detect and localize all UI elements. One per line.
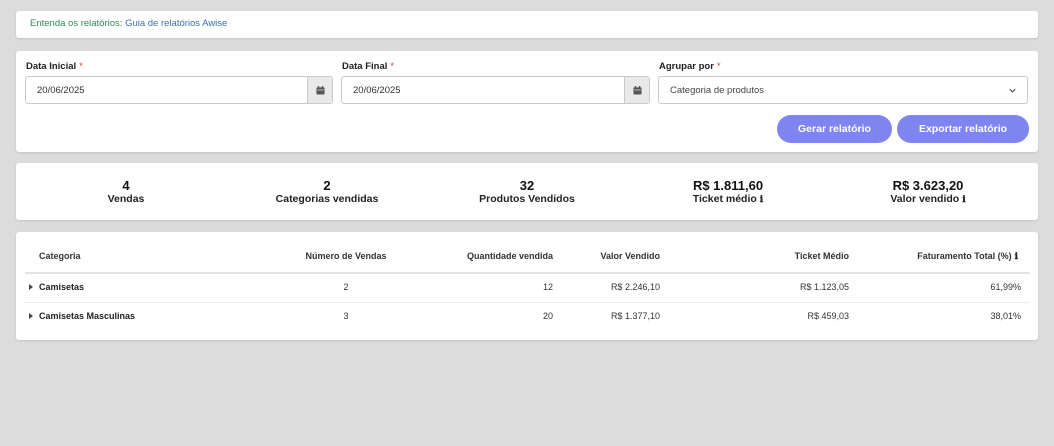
cell-category: Camisetas (39, 282, 85, 292)
header-sold-value[interactable]: Valor Vendido (560, 251, 660, 261)
summary-stats: 4 Vendas 2 Categorias vendidas 32 Produt… (16, 163, 1038, 220)
stat-label: Produtos Vendidos (479, 193, 575, 205)
start-date-value: 20/06/2025 (37, 85, 85, 96)
stat-label: Vendas (107, 193, 145, 205)
filter-panel: Data Inicial * 20/06/2025 Data Final * 20/… (16, 51, 1038, 152)
generate-report-button[interactable]: Gerar relatório (777, 115, 892, 143)
start-date-input[interactable]: 20/06/2025 (25, 76, 333, 104)
cell-revenue-share: 61,99% (990, 282, 1021, 292)
info-icon[interactable]: ℹ (760, 193, 763, 206)
stat-value: 2 (323, 178, 331, 193)
required-mark: * (390, 61, 395, 72)
cell-average-ticket: R$ 459,03 (807, 311, 849, 321)
end-date-value: 20/06/2025 (353, 85, 401, 96)
cell-sales-count: 3 (343, 311, 349, 321)
cell-quantity: 12 (542, 282, 553, 292)
header-quantity-sold[interactable]: Quantidade vendida (426, 251, 553, 261)
stat-label: Valor vendido (890, 193, 960, 205)
cell-category: Camisetas Masculinas (39, 311, 136, 321)
header-sales-count[interactable]: Número de Vendas (286, 251, 406, 261)
report-table: Categoria Número de Vendas Quantidade ve… (16, 232, 1038, 340)
guide-link[interactable]: Guia de relatórios Awise (125, 18, 227, 29)
end-date-label-text: Data Final (342, 61, 388, 72)
start-date-calendar-button[interactable] (307, 77, 332, 103)
banner-text: Entenda os relatórios: Guia de relatório… (30, 18, 227, 29)
required-mark: * (79, 61, 83, 72)
header-divider (25, 272, 1030, 274)
stat-value: 4 (122, 178, 130, 193)
calendar-icon (315, 85, 325, 95)
info-icon[interactable]: ℹ (962, 193, 965, 206)
start-date-label-text: Data Inicial (26, 61, 77, 72)
end-date-input[interactable]: 20/06/2025 (341, 76, 650, 104)
stat-value: R$ 3.623,20 (892, 178, 964, 193)
stat-sold-value: R$ 3.623,20 Valor vendido ℹ (848, 178, 1008, 206)
stat-label: Categorias vendidas (275, 193, 379, 205)
info-banner: Entenda os relatórios: Guia de relatório… (16, 11, 1038, 38)
group-by-value: Categoria de produtos (670, 85, 765, 96)
cell-revenue-share: 38,01% (990, 311, 1021, 321)
end-date-calendar-button[interactable] (624, 77, 649, 103)
chevron-down-icon (1009, 88, 1016, 93)
cell-quantity: 20 (542, 311, 553, 321)
end-date-label: Data Final * (342, 61, 394, 72)
header-revenue-share[interactable]: Faturamento Total (%) ℹ (866, 251, 1018, 262)
cell-sold-value: R$ 1.377,10 (610, 311, 660, 321)
group-by-label-text: Agrupar por (659, 61, 714, 72)
stat-value: 32 (519, 178, 535, 193)
group-by-select[interactable]: Categoria de produtos (658, 76, 1028, 104)
stat-value: R$ 1.811,60 (692, 178, 764, 193)
info-icon[interactable]: ℹ (1015, 251, 1018, 262)
header-average-ticket[interactable]: Ticket Médio (716, 251, 849, 261)
cell-average-ticket: R$ 1.123,05 (799, 282, 849, 292)
row-divider (25, 302, 1030, 303)
header-revenue-share-text: Faturamento Total (%) (917, 251, 1012, 261)
start-date-label: Data Inicial * (26, 61, 83, 72)
banner-prefix: Entenda os relatórios: (30, 18, 126, 29)
stat-categories: 2 Categorias vendidas (247, 178, 407, 206)
stat-label-wrap: Valor vendido ℹ (848, 193, 1008, 206)
stat-label-wrap: Ticket médio ℹ (648, 193, 808, 206)
export-report-button[interactable]: Exportar relatório (897, 115, 1029, 143)
stat-label: Ticket médio (692, 193, 757, 205)
header-category[interactable]: Categoria (39, 251, 81, 261)
expand-caret-icon[interactable] (29, 313, 33, 319)
cell-sales-count: 2 (343, 282, 349, 292)
expand-caret-icon[interactable] (29, 284, 33, 290)
calendar-icon (632, 85, 642, 95)
required-mark: * (716, 61, 721, 72)
cell-sold-value: R$ 2.246,10 (610, 282, 660, 292)
stat-sales: 4 Vendas (46, 178, 206, 206)
stat-average-ticket: R$ 1.811,60 Ticket médio ℹ (648, 178, 808, 206)
stat-products: 32 Produtos Vendidos (447, 178, 607, 206)
group-by-label: Agrupar por * (659, 61, 721, 72)
